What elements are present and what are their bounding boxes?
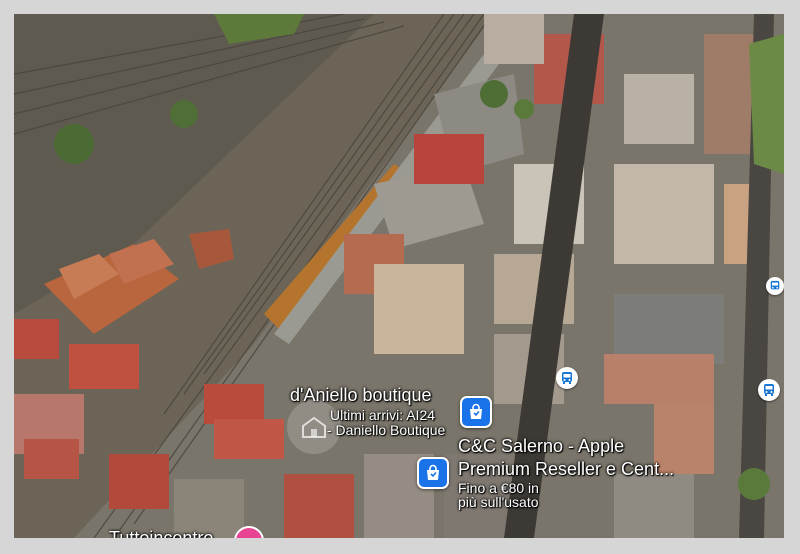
bus-icon[interactable]	[758, 379, 780, 401]
poi-cc-salerno-title[interactable]: C&C Salerno - Apple	[458, 436, 624, 457]
poi-cc-salerno-subtitle-2: più sull'usato	[458, 494, 539, 510]
poi-cc-salerno-title-2[interactable]: Premium Reseller e Cent...	[458, 459, 674, 480]
poi-daniello-subtitle: Ultimi arrivi: AI24	[330, 407, 436, 423]
poi-tuttoincentro-title[interactable]: Tuttoincentro	[109, 528, 213, 538]
shopping-bag-icon[interactable]	[417, 457, 449, 489]
shopping-bag-icon[interactable]	[460, 396, 492, 428]
poi-daniello-subtitle-2: - Daniello Boutique	[327, 422, 446, 438]
storefront-icon[interactable]	[287, 400, 341, 454]
bus-icon[interactable]	[556, 367, 578, 389]
map-view[interactable]: d'Aniello boutique Ultimi arrivi: AI24 -…	[14, 14, 784, 538]
bus-icon[interactable]	[766, 277, 784, 295]
